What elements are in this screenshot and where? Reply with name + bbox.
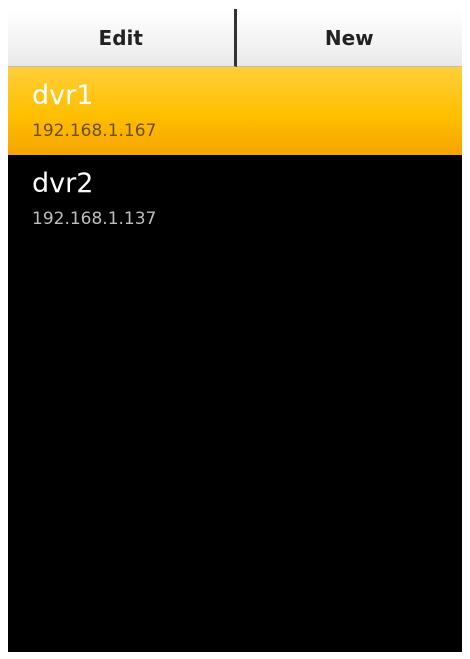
device-ip: 192.168.1.137 bbox=[32, 209, 157, 229]
edit-button[interactable]: Edit bbox=[8, 9, 237, 67]
top-toolbar: Edit New bbox=[8, 9, 462, 67]
list-item[interactable]: dvr1 192.168.1.167 bbox=[8, 67, 462, 155]
device-name: dvr2 bbox=[32, 168, 94, 199]
device-name: dvr1 bbox=[32, 80, 94, 111]
new-button[interactable]: New bbox=[236, 9, 462, 67]
list-item[interactable]: dvr2 192.168.1.137 bbox=[8, 155, 462, 243]
device-list: dvr1 192.168.1.167 dvr2 192.168.1.137 bbox=[8, 67, 462, 243]
device-ip: 192.168.1.167 bbox=[32, 121, 157, 141]
device-list-screen: Edit New dvr1 192.168.1.167 dvr2 192.168… bbox=[8, 9, 462, 652]
